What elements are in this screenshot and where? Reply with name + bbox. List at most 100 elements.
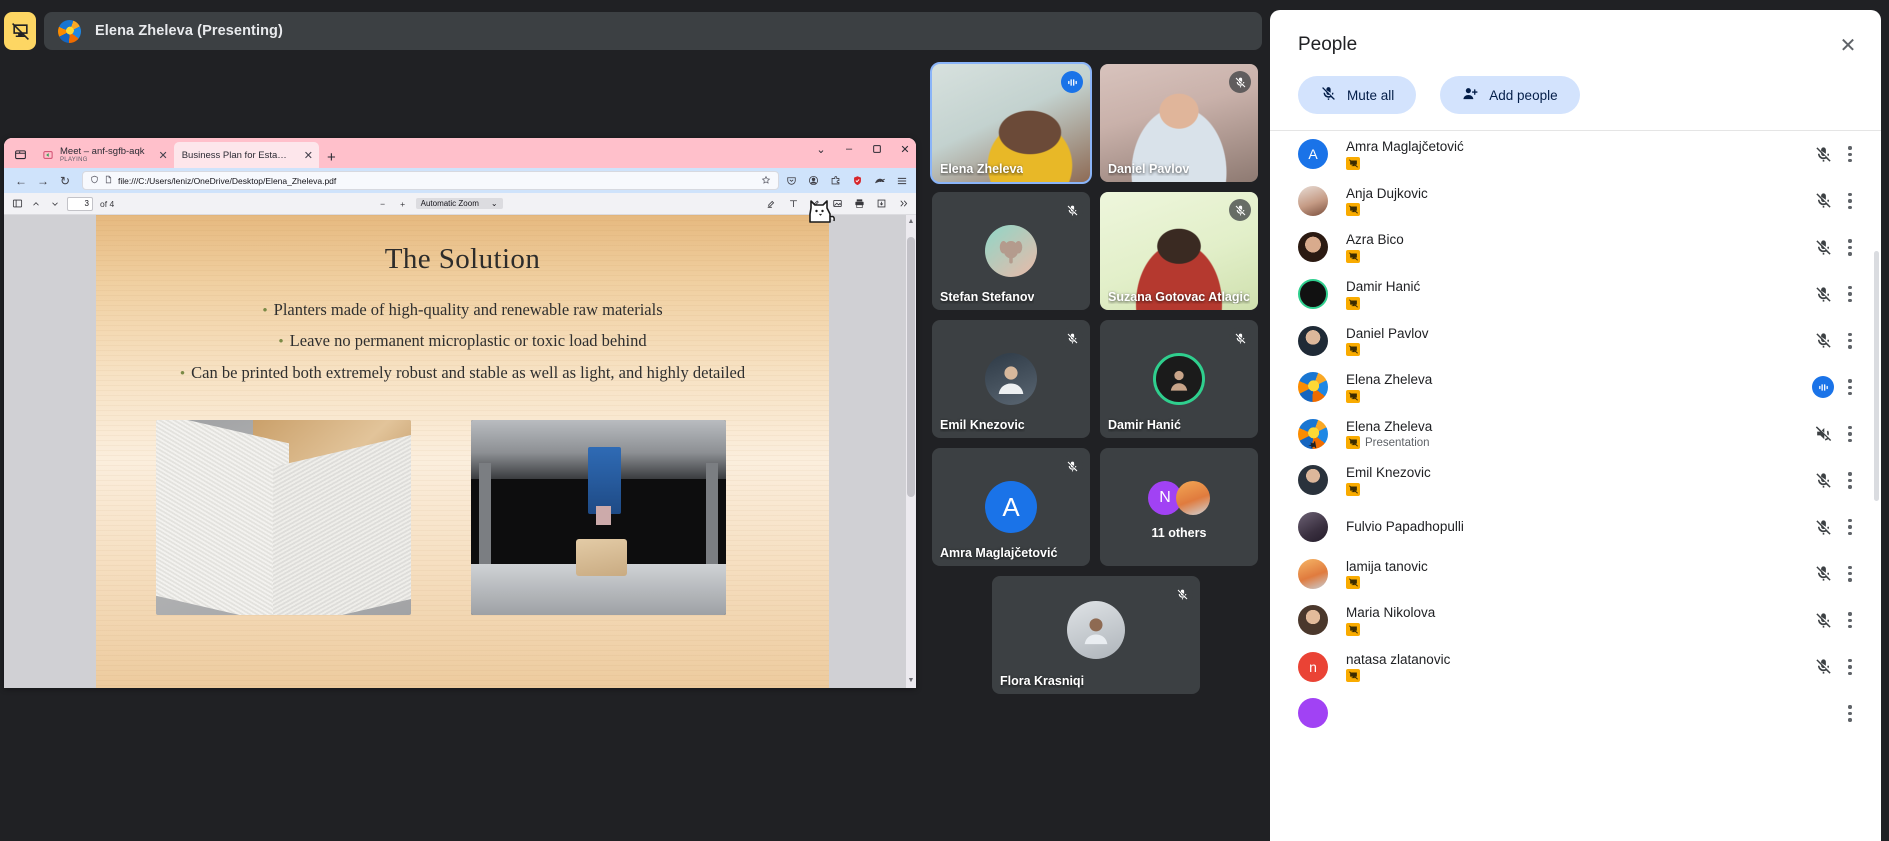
more-options-icon[interactable]	[1837, 472, 1863, 489]
tile-daniel-pavlov[interactable]: Daniel Pavlov	[1100, 64, 1258, 182]
close-tab-icon[interactable]: ✕	[151, 149, 168, 162]
tile-flora-krasniqi[interactable]: Flora Krasniqi	[992, 576, 1200, 694]
more-options-icon[interactable]	[1837, 146, 1863, 163]
maximize-button[interactable]	[870, 142, 884, 156]
people-panel-header: People ✕	[1270, 10, 1881, 58]
cat-cursor	[806, 198, 836, 226]
list-item[interactable]: Elena Zheleva Presentation	[1298, 411, 1863, 458]
new-tab-button[interactable]: +	[319, 150, 344, 168]
people-scrollbar[interactable]	[1874, 251, 1879, 501]
more-options-icon[interactable]	[1837, 425, 1863, 442]
list-item[interactable]: Damir Hanić	[1298, 271, 1863, 318]
more-options-icon[interactable]	[1837, 379, 1863, 396]
more-tools-icon[interactable]	[896, 197, 910, 211]
speaker-off-icon[interactable]	[1809, 424, 1837, 443]
more-options-icon[interactable]	[1837, 565, 1863, 582]
pdf-scrollbar[interactable]: ▲ ▼	[906, 215, 916, 688]
avatar	[1153, 353, 1205, 405]
print-icon[interactable]	[852, 197, 866, 211]
participants-list[interactable]: A Amra Maglajčetović Anja Dujkovic Azra …	[1270, 131, 1881, 831]
chevron-down-icon[interactable]	[48, 197, 62, 211]
tile-stefan-stefanov[interactable]: Stefan Stefanov	[932, 192, 1090, 310]
pocket-icon[interactable]	[785, 174, 798, 187]
scrollbar-thumb[interactable]	[907, 237, 915, 497]
text-icon[interactable]	[786, 197, 800, 211]
list-item[interactable]: Elena Zheleva	[1298, 364, 1863, 411]
list-item[interactable]: n natasa zlatanovic	[1298, 644, 1863, 691]
scroll-down-arrow[interactable]: ▼	[907, 676, 915, 686]
browser-tab-pdf[interactable]: Business Plan for Establishment of a ✕	[173, 142, 319, 168]
sidebar-toggle-icon[interactable]	[10, 197, 24, 211]
account-icon[interactable]	[807, 174, 820, 187]
mic-off-icon[interactable]	[1809, 238, 1837, 257]
more-options-icon[interactable]	[1837, 332, 1863, 349]
mute-all-button[interactable]: Mute all	[1298, 76, 1417, 114]
tile-amra-maglajcetovic[interactable]: A Amra Maglajčetović	[932, 448, 1090, 566]
tile-others[interactable]: N 11 others	[1100, 448, 1258, 566]
page-number-input[interactable]: 3	[67, 196, 93, 211]
tile-emil-knezovic[interactable]: Emil Knezovic	[932, 320, 1090, 438]
more-options-icon[interactable]	[1837, 239, 1863, 256]
mic-off-icon[interactable]	[1809, 611, 1837, 630]
zoom-in-button[interactable]: +	[396, 197, 410, 211]
presenter-pill[interactable]: Elena Zheleva (Presenting)	[44, 12, 1262, 50]
forward-button[interactable]: →	[32, 171, 54, 191]
tab-overflow-chevron-icon[interactable]: ⌄	[814, 142, 828, 156]
pdf-viewport[interactable]: The Solution • Planters made of high-qual…	[4, 215, 916, 688]
save-icon[interactable]	[874, 197, 888, 211]
hamburger-menu-icon[interactable]	[895, 174, 908, 187]
list-item[interactable]: lamija tanovic	[1298, 550, 1863, 597]
stop-presenting-icon[interactable]	[4, 12, 36, 50]
bullet-icon: •	[262, 303, 268, 319]
highlight-icon[interactable]	[764, 197, 778, 211]
browser-tab-meet[interactable]: Meet – anf-sgfb-aqk PLAYING ✕	[34, 142, 174, 168]
mic-off-icon[interactable]	[1809, 191, 1837, 210]
tile-suzana-gotovac-atlagic[interactable]: Suzana Gotovac Atlagic	[1100, 192, 1258, 310]
mic-off-icon[interactable]	[1809, 518, 1837, 537]
star-icon[interactable]	[761, 175, 771, 187]
more-options-icon[interactable]	[1837, 192, 1863, 209]
mic-off-icon[interactable]	[1809, 564, 1837, 583]
tile-name: Damir Hanić	[1108, 418, 1181, 432]
more-options-icon[interactable]	[1837, 705, 1863, 722]
close-window-button[interactable]: ✕	[898, 142, 912, 156]
url-address-bar[interactable]: file:///C:/Users/leniz/OneDrive/Desktop/…	[82, 171, 779, 190]
back-button[interactable]: ←	[10, 171, 32, 191]
extension-icon[interactable]	[829, 174, 842, 187]
list-item[interactable]: Daniel Pavlov	[1298, 317, 1863, 364]
mic-off-icon[interactable]	[1809, 657, 1837, 676]
reload-button[interactable]: ↻	[54, 171, 76, 191]
close-icon[interactable]: ✕	[1835, 32, 1861, 58]
mic-active-icon[interactable]	[1812, 376, 1834, 399]
tile-damir-hanic[interactable]: Damir Hanić	[1100, 320, 1258, 438]
list-item[interactable]: A Amra Maglajčetović	[1298, 131, 1863, 178]
more-options-icon[interactable]	[1837, 612, 1863, 629]
mic-off-icon[interactable]	[1809, 285, 1837, 304]
list-item[interactable]: Azra Bico	[1298, 224, 1863, 271]
list-item[interactable]: Emil Knezovic	[1298, 457, 1863, 504]
shield-icon[interactable]	[90, 175, 99, 186]
planter-corner-photo	[156, 420, 411, 615]
list-item[interactable]: Fulvio Papadhopulli	[1298, 504, 1863, 551]
list-item[interactable]: Maria Nikolova	[1298, 597, 1863, 644]
minimize-button[interactable]: –	[842, 142, 856, 156]
presenting-badge-icon	[1346, 343, 1360, 357]
private-window-icon[interactable]	[873, 174, 886, 187]
mic-off-icon[interactable]	[1809, 145, 1837, 164]
list-all-tabs-icon[interactable]	[6, 140, 34, 168]
list-item[interactable]: Anja Dujkovic	[1298, 178, 1863, 225]
list-item[interactable]	[1298, 690, 1863, 737]
scroll-up-arrow[interactable]: ▲	[907, 217, 915, 227]
mic-off-icon[interactable]	[1809, 471, 1837, 490]
chevron-up-icon[interactable]	[29, 197, 43, 211]
zoom-level-select[interactable]: Automatic Zoom ⌄	[415, 198, 503, 209]
zoom-out-button[interactable]: −	[376, 197, 390, 211]
more-options-icon[interactable]	[1837, 285, 1863, 303]
add-people-button[interactable]: Add people	[1440, 76, 1580, 114]
more-options-icon[interactable]	[1837, 658, 1863, 675]
shield-protection-icon[interactable]	[851, 174, 864, 187]
tile-elena-zheleva[interactable]: Elena Zheleva	[930, 62, 1092, 184]
close-tab-icon[interactable]: ✕	[296, 149, 313, 162]
mic-off-icon[interactable]	[1809, 331, 1837, 350]
more-options-icon[interactable]	[1837, 518, 1863, 536]
